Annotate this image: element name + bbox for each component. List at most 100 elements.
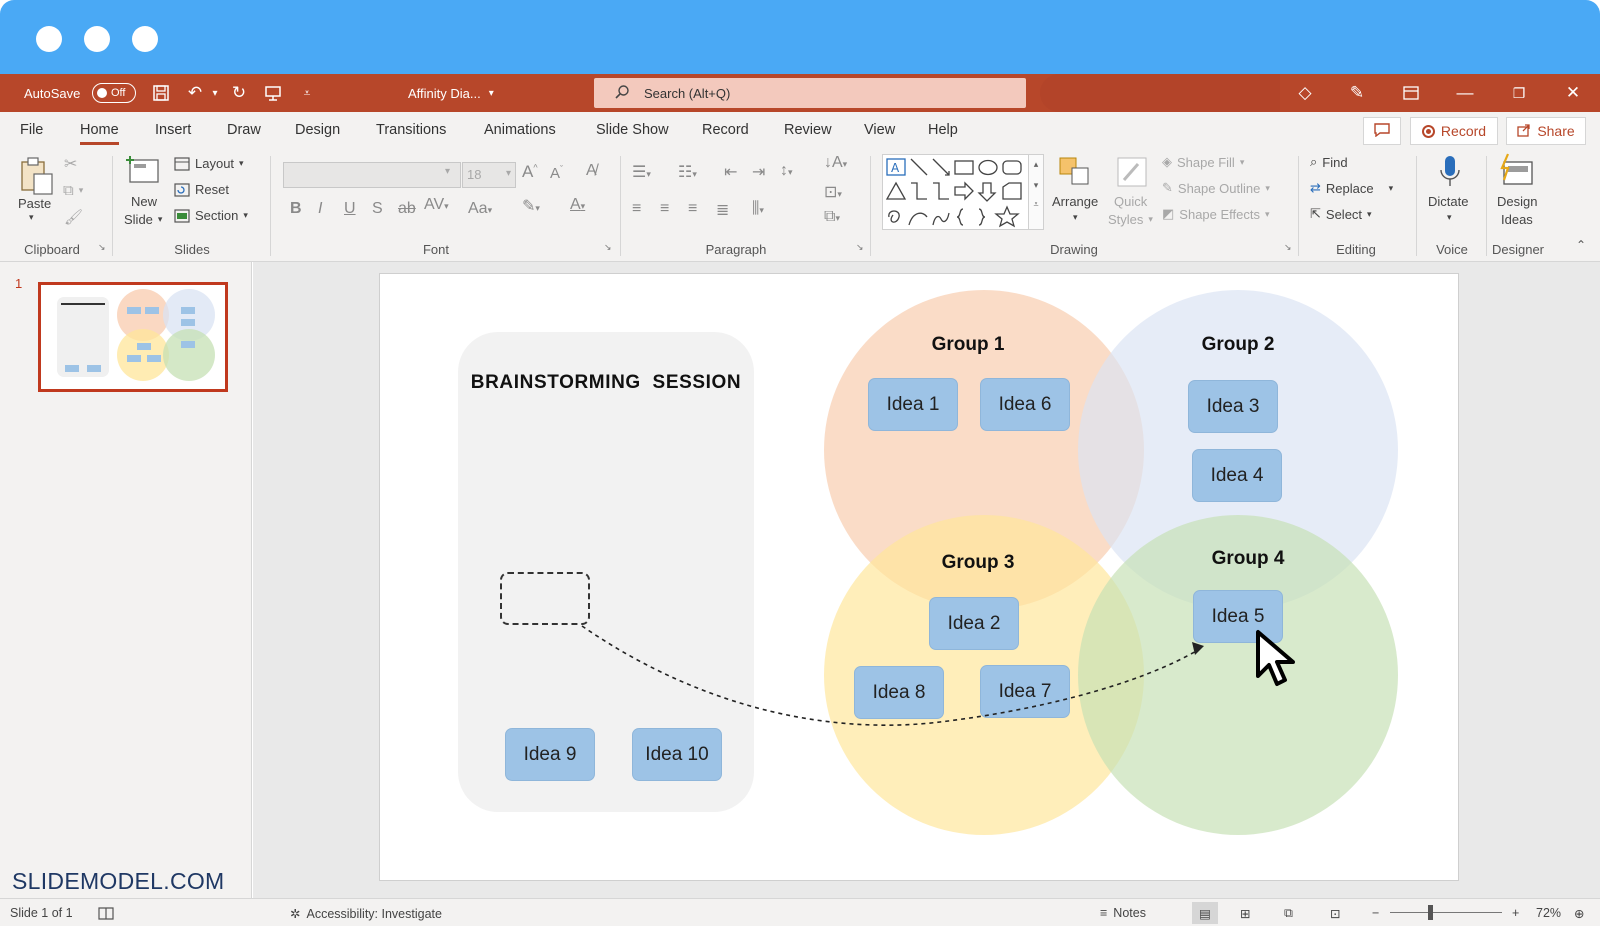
comments-button[interactable] [1363,117,1401,145]
collapse-ribbon-icon[interactable]: ⌃ [1576,238,1586,252]
font-launcher-icon[interactable]: ↘ [604,242,612,253]
tab-review[interactable]: Review [784,122,832,138]
align-center-icon[interactable]: ≡ [660,200,669,218]
share-button[interactable]: Share [1506,117,1586,145]
microphone-icon[interactable] [1438,154,1462,190]
tab-design[interactable]: Design [295,122,340,138]
drawing-launcher-icon[interactable]: ↘ [1284,242,1292,253]
arrange-icon[interactable] [1058,154,1094,190]
format-painter-icon[interactable]: 🖌 [64,208,83,226]
idea7-box[interactable]: Idea 7 [980,665,1070,718]
line-spacing-icon[interactable]: ↕▾ [780,162,793,180]
present-icon[interactable] [258,74,288,112]
reset-button[interactable]: Reset [174,182,229,197]
pen-icon[interactable]: ✎ [1342,74,1372,112]
shape-effects-button[interactable]: ◩ Shape Effects ▾ [1162,206,1270,222]
find-button[interactable]: ⌕ Find [1310,154,1348,170]
search-box[interactable]: Search (Alt+Q) [594,78,1026,108]
font-name-dropdown-icon[interactable]: ▾ [445,166,450,177]
save-icon[interactable] [146,74,176,112]
document-name[interactable]: Affinity Dia... ▾ [408,74,494,112]
notes-button[interactable]: ≡ Notes [1100,906,1146,920]
columns-icon[interactable]: ⫼▾ [752,200,764,218]
fit-slide-icon[interactable]: ⊕ [1574,906,1584,921]
idea4-box[interactable]: Idea 4 [1192,449,1282,502]
layout-button[interactable]: Layout ▾ [174,156,244,171]
slide-thumbnail[interactable] [38,282,228,392]
arrange-button[interactable]: Arrange [1052,194,1098,209]
design-ideas-label-1[interactable]: Design [1497,194,1537,209]
quick-styles-label-2[interactable]: Styles ▾ [1108,212,1153,227]
align-right-icon[interactable]: ≡ [688,200,697,218]
chevron-down-icon[interactable]: ▾ [1029,180,1043,191]
more-shapes-icon[interactable]: ⩡ [1029,199,1043,210]
idea10-box[interactable]: Idea 10 [632,728,722,781]
slideshow-icon[interactable]: ⊡ [1330,906,1340,921]
tab-file[interactable]: File [20,122,43,138]
accessibility-button[interactable]: ✲ Accessibility: Investigate [290,906,442,922]
dictate-button[interactable]: Dictate [1428,194,1468,209]
zoom-out-icon[interactable]: − [1372,906,1379,920]
replace-button[interactable]: ⇄ Replace ▾ [1310,180,1393,196]
increase-font-icon[interactable]: A^ [522,162,538,182]
cut-icon[interactable]: ✂ [64,154,77,174]
normal-view-icon[interactable]: ▤ [1192,902,1218,924]
paste-dropdown-icon[interactable]: ▾ [29,212,34,223]
font-color-icon[interactable]: A▾ [570,196,585,214]
slide-canvas[interactable]: BRAINSTORMING SESSION Group 1 Group 2 Gr… [380,274,1458,880]
design-ideas-label-2[interactable]: Ideas [1501,212,1533,227]
premium-diamond-icon[interactable]: ◇ [1290,74,1320,112]
decrease-font-icon[interactable]: Aˇ [550,164,563,182]
spellcheck-icon[interactable] [98,906,114,920]
paste-icon[interactable] [18,156,54,196]
idea9-box[interactable]: Idea 9 [505,728,595,781]
decrease-indent-icon[interactable]: ⇤ [724,162,737,182]
strikethrough-icon[interactable]: ab [398,200,416,218]
window-maximize-dot[interactable] [132,26,158,52]
shape-fill-button[interactable]: ◈ Shape Fill ▾ [1162,154,1244,170]
justify-icon[interactable]: ≣ [716,200,729,220]
character-spacing-icon[interactable]: AV▾ [424,196,449,214]
arrange-dropdown-icon[interactable]: ▾ [1073,212,1078,223]
shapes-gallery[interactable]: A [882,154,1042,230]
autosave-toggle[interactable]: Off [92,83,136,103]
numbering-icon[interactable]: ☷▾ [678,162,697,182]
design-ideas-icon[interactable] [1498,152,1534,190]
tab-draw[interactable]: Draw [227,122,261,138]
idea2-box[interactable]: Idea 2 [929,597,1019,650]
align-left-icon[interactable]: ≡ [632,200,641,218]
ribbon-display-icon[interactable] [1396,74,1426,112]
zoom-slider-track[interactable] [1390,912,1502,913]
tab-record[interactable]: Record [702,122,749,138]
dictate-dropdown-icon[interactable]: ▾ [1447,212,1452,223]
restore-icon[interactable]: ❐ [1504,74,1534,112]
quick-styles-icon[interactable] [1114,154,1150,190]
customize-toolbar-icon[interactable]: ⩡ [292,74,322,112]
section-button[interactable]: Section ▾ [174,208,248,223]
tab-home[interactable]: Home [80,122,119,145]
text-direction-icon[interactable]: ↓A▾ [824,154,847,172]
tab-view[interactable]: View [864,122,895,138]
idea1-box[interactable]: Idea 1 [868,378,958,431]
change-case-icon[interactable]: Aa▾ [468,200,492,218]
shapes-scroll[interactable]: ▴ ▾ ⩡ [1028,154,1044,230]
copy-icon[interactable]: ⧉ ▾ [63,182,83,199]
zoom-in-icon[interactable]: + [1512,906,1519,920]
increase-indent-icon[interactable]: ⇥ [752,162,765,182]
paragraph-launcher-icon[interactable]: ↘ [856,242,864,253]
highlight-icon[interactable]: ✎▾ [522,196,540,216]
minimize-icon[interactable]: — [1450,74,1480,112]
new-slide-label-2[interactable]: Slide ▾ [124,212,162,227]
idea8-box[interactable]: Idea 8 [854,666,944,719]
close-icon[interactable]: ✕ [1558,74,1588,112]
tab-insert[interactable]: Insert [155,122,191,138]
new-slide-icon[interactable] [126,154,162,186]
window-minimize-dot[interactable] [84,26,110,52]
shadow-icon[interactable]: S [372,200,383,218]
chevron-up-icon[interactable]: ▴ [1029,159,1043,170]
idea6-box[interactable]: Idea 6 [980,378,1070,431]
select-button[interactable]: ⇱ Select ▾ [1310,206,1372,222]
reading-view-icon[interactable]: ⧉ [1284,906,1293,921]
zoom-slider-thumb[interactable] [1428,905,1433,920]
bold-icon[interactable]: B [290,200,302,218]
